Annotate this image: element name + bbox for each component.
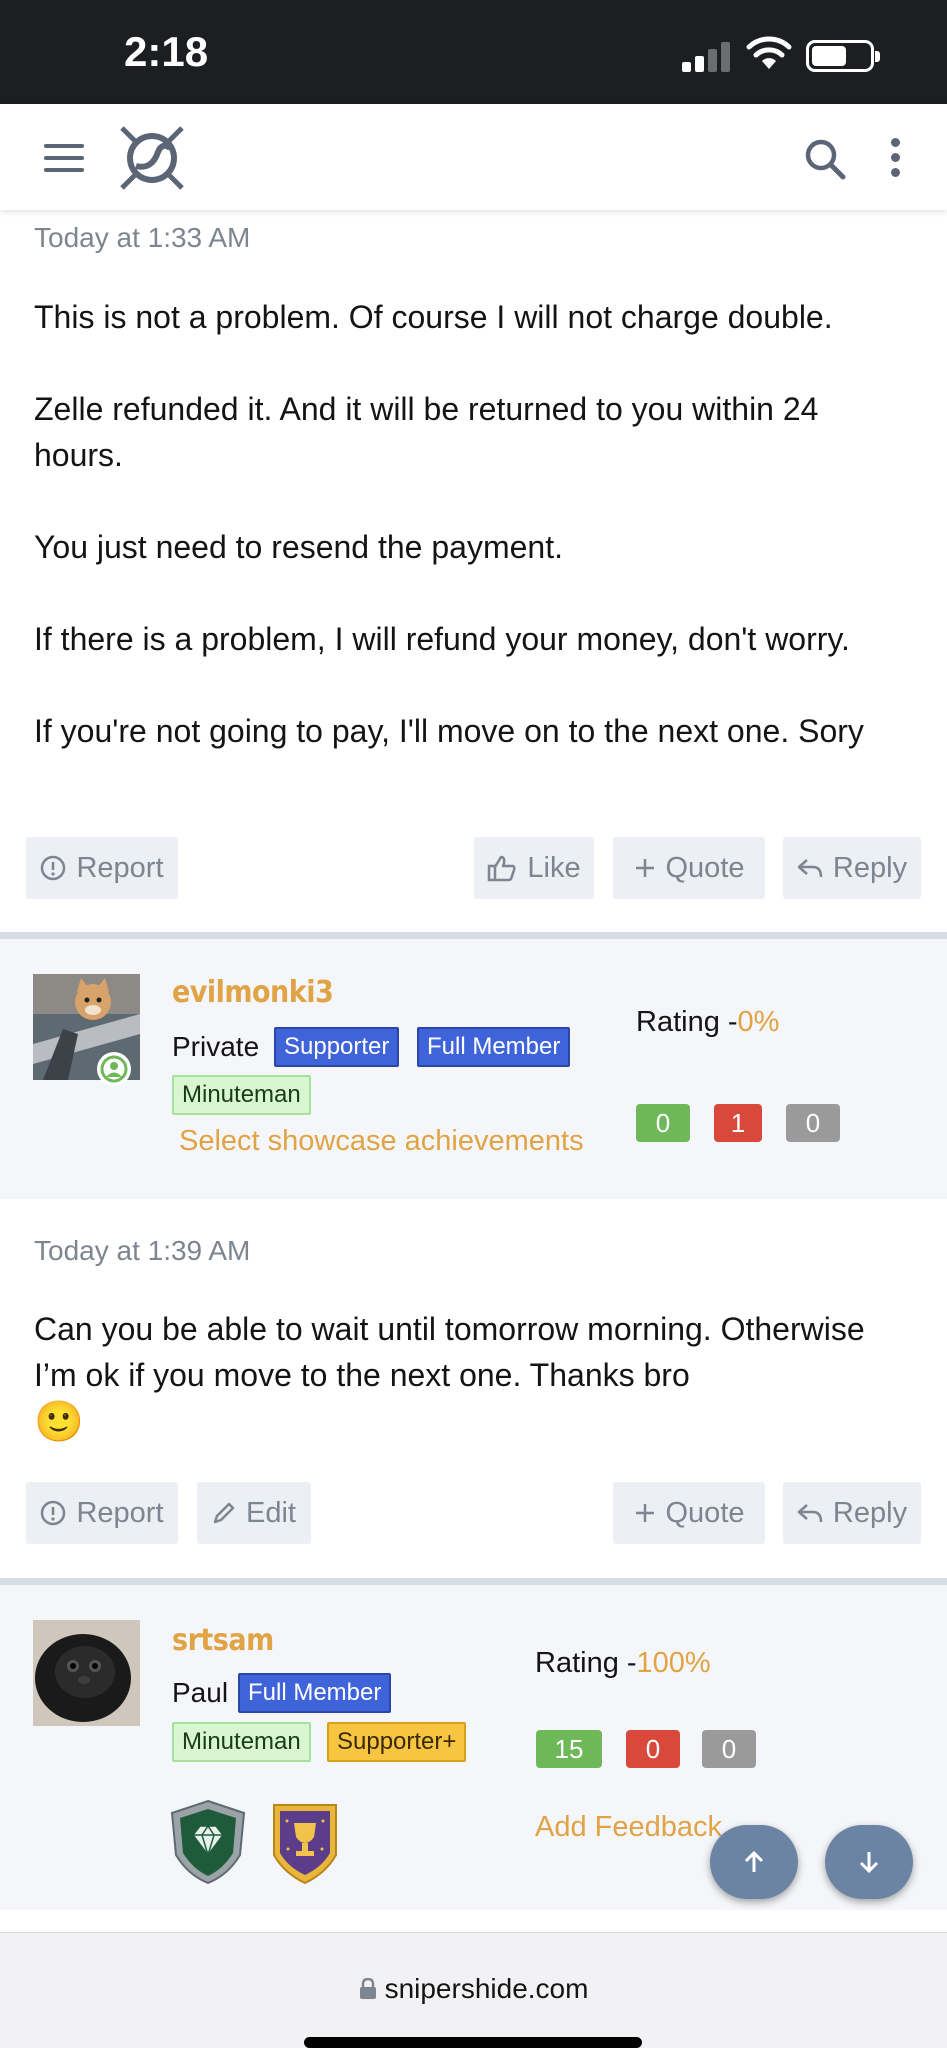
- diamond-shield-icon[interactable]: [168, 1799, 248, 1885]
- badge-supporter: Supporter: [274, 1027, 400, 1067]
- quote-label: Quote: [665, 1496, 745, 1529]
- reply-label: Reply: [832, 1496, 908, 1529]
- alert-circle-icon: [41, 855, 66, 881]
- rating-label: Rating -: [636, 1006, 738, 1038]
- alert-circle-icon: [41, 1500, 66, 1526]
- username[interactable]: srtsam: [172, 1623, 274, 1658]
- badge-full-member: Full Member: [238, 1673, 392, 1713]
- smile-emoji: 🙂: [34, 1399, 84, 1445]
- author-block-srtsam: srtsam Paul Full Member Minuteman Suppor…: [0, 1585, 947, 1910]
- home-indicator: [304, 2037, 642, 2048]
- url-text: snipershide.com: [384, 1973, 589, 2004]
- post-divider: [0, 1578, 947, 1585]
- report-button[interactable]: Report: [26, 837, 178, 899]
- reply-label: Reply: [832, 851, 908, 884]
- badge-minuteman: Minuteman: [172, 1722, 311, 1762]
- report-label: Report: [76, 851, 164, 884]
- select-showcase-link[interactable]: Select showcase achievements: [179, 1125, 584, 1158]
- post-divider: [0, 932, 947, 939]
- like-button[interactable]: Like: [474, 837, 594, 899]
- online-user-icon: [97, 1052, 131, 1086]
- rating: Rating -0%: [636, 1006, 779, 1039]
- post-text: This is not a problem. Of course I will …: [34, 294, 914, 754]
- reply-button[interactable]: Reply: [783, 1482, 921, 1544]
- cellular-signal-icon: [682, 42, 732, 72]
- scroll-top-button[interactable]: [710, 1825, 798, 1899]
- positive-count[interactable]: 0: [636, 1104, 690, 1142]
- trophy-shield-icon[interactable]: [270, 1799, 340, 1885]
- user-rank: Private: [172, 1031, 260, 1062]
- neutral-count[interactable]: 0: [786, 1104, 840, 1142]
- positive-count[interactable]: 15: [536, 1730, 602, 1768]
- edit-label: Edit: [246, 1496, 296, 1529]
- thumbs-up-icon: [488, 855, 516, 882]
- url-display[interactable]: snipershide.com: [0, 1973, 947, 2005]
- site-logo-icon[interactable]: [116, 122, 188, 194]
- hamburger-icon[interactable]: [44, 144, 84, 172]
- add-feedback-link[interactable]: Add Feedback: [535, 1811, 722, 1844]
- rating-value: 100%: [636, 1647, 711, 1679]
- rating: Rating -100%: [535, 1647, 711, 1680]
- neutral-count[interactable]: 0: [702, 1730, 756, 1768]
- badge-minuteman: Minuteman: [172, 1075, 311, 1115]
- quote-button[interactable]: Quote: [613, 837, 765, 899]
- post-message-2: Today at 1:39 AM Can you be able to wait…: [0, 1199, 947, 1580]
- status-time: 2:18: [124, 28, 209, 75]
- post-paragraph: This is not a problem. Of course I will …: [34, 299, 833, 335]
- quote-label: Quote: [665, 851, 745, 884]
- rating-value: 0%: [737, 1006, 780, 1038]
- lock-icon: [359, 1977, 376, 1999]
- post-paragraph: If you're not going to pay, I'll move on…: [34, 713, 864, 749]
- wifi-icon: [746, 36, 792, 69]
- negative-count[interactable]: 0: [626, 1730, 680, 1768]
- status-bar: 2:18: [0, 0, 947, 104]
- badge-supporter-plus: Supporter+: [327, 1722, 467, 1762]
- reply-arrow-icon: [797, 859, 823, 878]
- pencil-icon: [213, 1502, 235, 1524]
- avatar[interactable]: [33, 1620, 140, 1726]
- username[interactable]: evilmonki3: [172, 975, 334, 1010]
- post-text: Can you be able to wait until tomorrow m…: [34, 1306, 914, 1446]
- rating-label: Rating -: [535, 1647, 637, 1679]
- report-label: Report: [76, 1496, 164, 1529]
- post-paragraph: Zelle refunded it. And it will be return…: [34, 391, 819, 473]
- battery-icon: [806, 40, 880, 72]
- plus-icon: [635, 859, 654, 877]
- arrow-down-icon: [859, 1852, 879, 1874]
- user-rank: Paul: [172, 1677, 229, 1708]
- arrow-up-icon: [744, 1850, 764, 1872]
- badge-full-member: Full Member: [417, 1027, 571, 1067]
- post-paragraph: You just need to resend the payment.: [34, 529, 563, 565]
- browser-address-bar[interactable]: snipershide.com: [0, 1932, 947, 2048]
- reply-button[interactable]: Reply: [783, 837, 921, 899]
- author-block-evilmonki3: evilmonki3 Private Supporter Full Member…: [0, 939, 947, 1199]
- more-vertical-icon[interactable]: [884, 138, 908, 178]
- post-timestamp[interactable]: Today at 1:33 AM: [34, 222, 250, 254]
- edit-button[interactable]: Edit: [197, 1482, 311, 1544]
- quote-button[interactable]: Quote: [613, 1482, 765, 1544]
- reply-arrow-icon: [797, 1504, 823, 1523]
- post-timestamp[interactable]: Today at 1:39 AM: [34, 1235, 250, 1267]
- plus-icon: [635, 1504, 654, 1522]
- negative-count[interactable]: 1: [714, 1104, 762, 1142]
- post-paragraph: Can you be able to wait until tomorrow m…: [34, 1311, 865, 1393]
- report-button[interactable]: Report: [26, 1482, 178, 1544]
- scroll-bottom-button[interactable]: [825, 1825, 913, 1899]
- like-label: Like: [527, 851, 581, 884]
- app-header: [0, 104, 947, 210]
- post-paragraph: If there is a problem, I will refund you…: [34, 621, 850, 657]
- search-icon[interactable]: [800, 134, 850, 184]
- post-message-1: Today at 1:33 AM This is not a problem. …: [0, 210, 947, 936]
